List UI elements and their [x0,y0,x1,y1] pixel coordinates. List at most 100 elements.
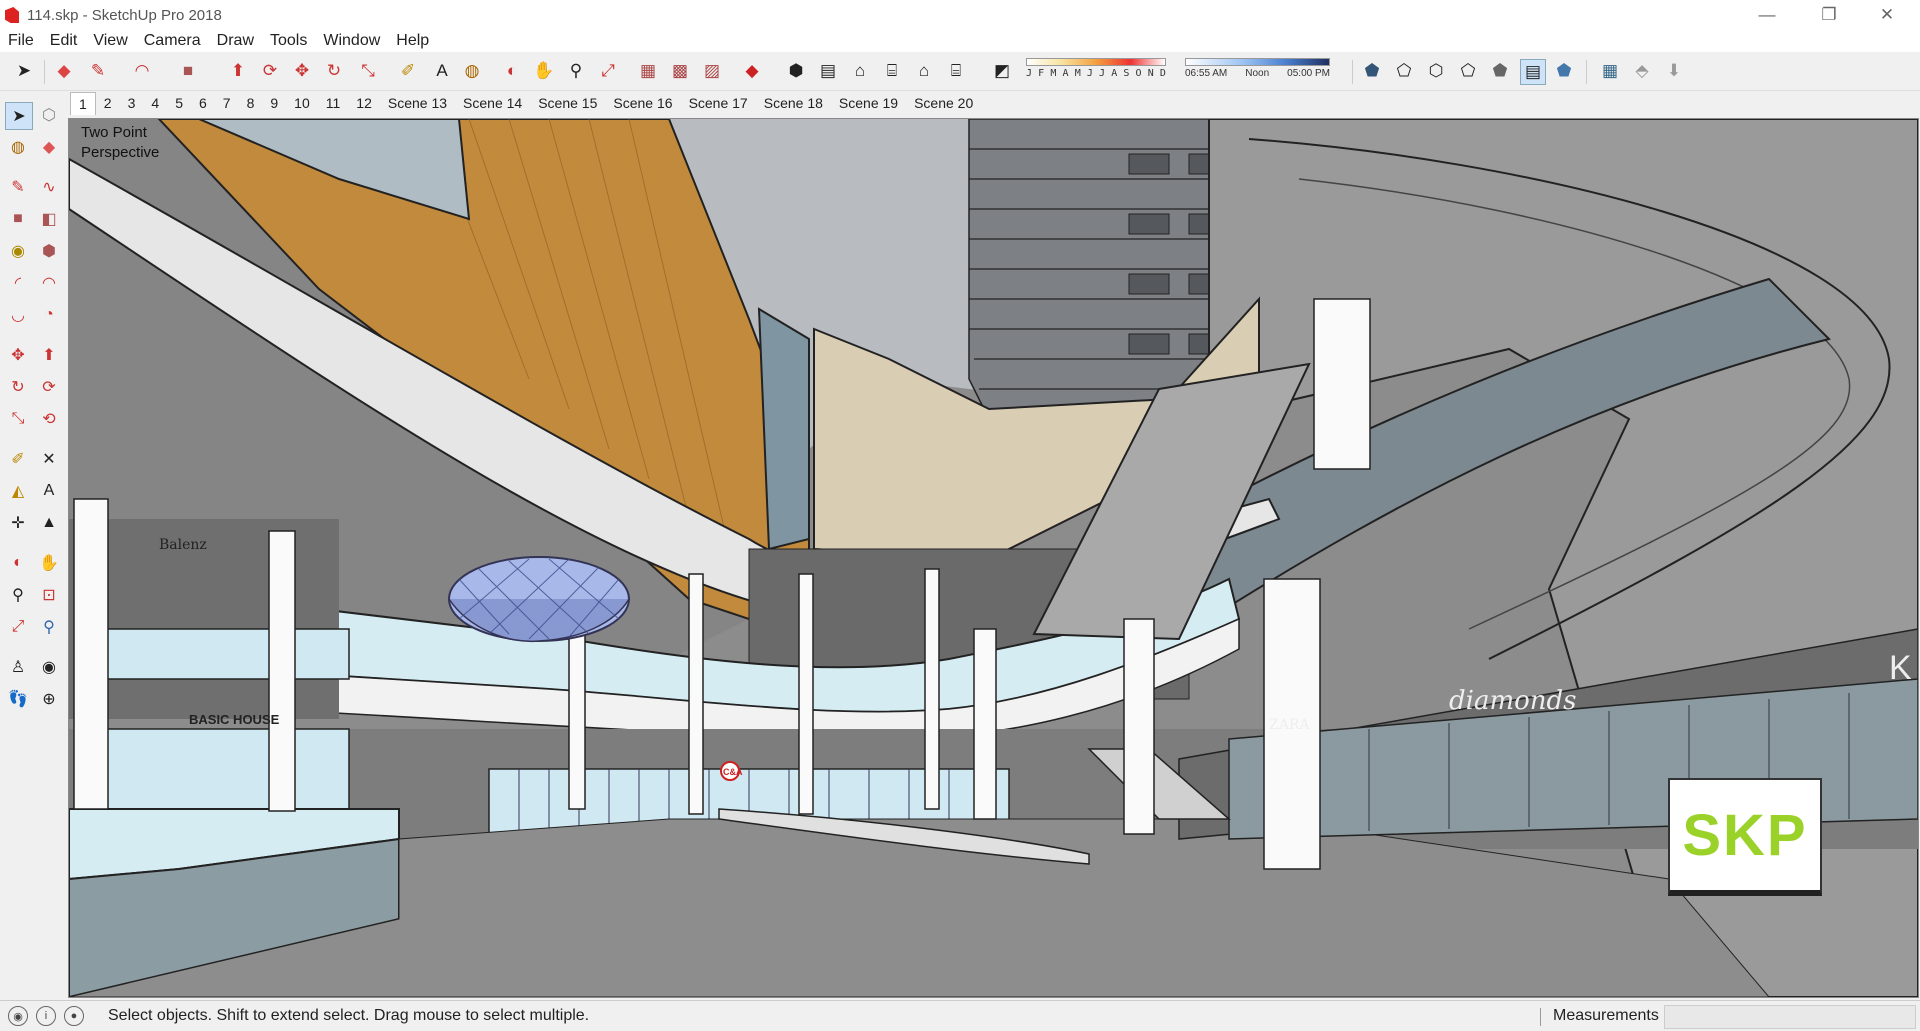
geolocation-status-icon[interactable]: ◉ [8,1006,28,1026]
user-account-icon[interactable]: ● [64,1006,84,1026]
warehouse-icon[interactable]: ▦ [636,59,660,83]
move-icon[interactable]: ✥ [5,342,31,368]
shaded-textures-style-icon[interactable]: ▤ [1520,59,1546,85]
scene-tab-4[interactable]: 4 [143,92,167,114]
share-model-icon[interactable]: ▨ [700,59,724,83]
previous-view-icon[interactable]: ⚲ [36,614,62,640]
paint-bucket-icon[interactable]: ◍ [460,59,484,83]
menu-camera[interactable]: Camera [136,32,209,50]
section-plane-icon[interactable]: ⊕ [36,686,62,712]
scene-tab-18[interactable]: Scene 18 [756,92,831,114]
rectangle-tool-icon[interactable]: ■ [176,59,200,83]
dimension-icon[interactable]: ✕ [36,446,62,472]
make-component-icon[interactable]: ⬡ [36,102,62,128]
scale-tool-icon[interactable]: ⤡ [356,59,380,83]
scene-tab-17[interactable]: Scene 17 [681,92,756,114]
xray-style-icon[interactable]: ⬟ [1360,59,1384,83]
push-pull-icon[interactable]: ⬆ [36,342,62,368]
rotate-tool-icon[interactable]: ↻ [322,59,346,83]
scene-tab-6[interactable]: 6 [191,92,215,114]
circle-icon[interactable]: ◉ [5,238,31,264]
paint-bucket-icon[interactable]: ◍ [5,134,31,160]
left-view-icon[interactable]: ⌸ [944,59,968,83]
orbit-icon[interactable]: ◐ [5,550,31,576]
shadow-time-slider[interactable]: 06:55 AM Noon 05:00 PM [1185,58,1330,79]
model-viewport[interactable]: Balenz BASIC HOUSE ZARA diamonds C&A K T… [68,118,1919,998]
position-camera-icon[interactable]: ♙ [5,654,31,680]
top-view-icon[interactable]: ▤ [816,59,840,83]
right-view-icon[interactable]: ⌸ [880,59,904,83]
iso-view-icon[interactable]: ⬢ [784,59,808,83]
scene-tab-13[interactable]: Scene 13 [380,92,455,114]
menu-file[interactable]: File [0,32,42,50]
follow-me-icon[interactable]: ⟳ [36,374,62,400]
scene-tab-10[interactable]: 10 [286,92,318,114]
rectangle-icon[interactable]: ■ [5,206,31,232]
two-point-arc-icon[interactable]: ◠ [36,270,62,296]
walk-icon[interactable]: 👣 [5,686,31,712]
rotate-icon[interactable]: ↻ [5,374,31,400]
rotated-rectangle-icon[interactable]: ◧ [36,206,62,232]
menu-help[interactable]: Help [388,32,437,50]
scene-tab-7[interactable]: 7 [215,92,239,114]
geo-location-icon[interactable]: ▦ [1598,59,1622,83]
scene-tab-11[interactable]: 11 [318,92,349,114]
terrain-icon[interactable]: ⬇ [1662,59,1686,83]
scene-tab-15[interactable]: Scene 15 [530,92,605,114]
scene-tab-16[interactable]: Scene 16 [605,92,680,114]
orbit-tool-icon[interactable]: ◐ [500,59,524,83]
menu-tools[interactable]: Tools [262,32,315,50]
text-icon[interactable]: A [36,478,62,504]
menu-edit[interactable]: Edit [42,32,86,50]
axes-icon[interactable]: ✛ [5,510,31,536]
protractor-icon[interactable]: ◭ [5,478,31,504]
menu-window[interactable]: Window [315,32,388,50]
shadows-toggle-icon[interactable]: ◩ [990,59,1014,83]
scale-icon[interactable]: ⤡ [5,406,31,432]
back-edges-style-icon[interactable]: ⬠ [1392,59,1416,83]
polygon-icon[interactable]: ⬢ [36,238,62,264]
pan-icon[interactable]: ✋ [36,550,62,576]
zoom-extents-icon[interactable]: ⤢ [5,614,31,640]
zoom-window-icon[interactable]: ⊡ [36,582,62,608]
eraser-icon[interactable]: ◆ [36,134,62,160]
three-point-arc-icon[interactable]: ◡ [5,302,31,328]
shadow-month-slider[interactable]: J F M A M J J A S O N D [1026,58,1166,79]
zoom-icon[interactable]: ⚲ [5,582,31,608]
select-icon[interactable]: ➤ [5,102,33,130]
back-view-icon[interactable]: ⌂ [912,59,936,83]
scene-tab-2[interactable]: 2 [96,92,120,114]
look-around-icon[interactable]: ◉ [36,654,62,680]
zoom-tool-icon[interactable]: ⚲ [564,59,588,83]
scene-tab-5[interactable]: 5 [167,92,191,114]
scene-tab-14[interactable]: Scene 14 [455,92,530,114]
shaded-style-icon[interactable]: ⬟ [1488,59,1512,83]
scene-tab-19[interactable]: Scene 19 [831,92,906,114]
zoom-extents-icon[interactable]: ⤢ [596,59,620,83]
photo-texture-icon[interactable]: ⬘ [1630,59,1654,83]
3d-text-icon[interactable]: ▲ [36,510,62,536]
arc-icon[interactable]: ◜ [5,270,31,296]
line-tool-icon[interactable]: ✎ [86,59,110,83]
menu-view[interactable]: View [85,32,135,50]
scene-tab-8[interactable]: 8 [239,92,263,114]
ruby-console-icon[interactable]: ◆ [740,59,764,83]
freehand-icon[interactable]: ∿ [36,174,62,200]
pie-icon[interactable]: ◔ [36,302,62,328]
eraser-tool-icon[interactable]: ◆ [52,59,76,83]
tape-measure-icon[interactable]: ✐ [396,59,420,83]
move-tool-icon[interactable]: ✥ [290,59,314,83]
offset-icon[interactable]: ⟲ [36,406,62,432]
arc-tool-icon[interactable]: ◠ [130,59,154,83]
credits-info-icon[interactable]: i [36,1006,56,1026]
minimize-button[interactable]: — [1744,0,1790,30]
hidden-line-style-icon[interactable]: ⬠ [1456,59,1480,83]
wireframe-style-icon[interactable]: ⬡ [1424,59,1448,83]
text-tool-icon[interactable]: A [430,59,454,83]
extension-warehouse-icon[interactable]: ▩ [668,59,692,83]
restore-button[interactable]: ❐ [1806,0,1852,30]
scene-tab-3[interactable]: 3 [120,92,144,114]
front-view-icon[interactable]: ⌂ [848,59,872,83]
tape-measure-icon[interactable]: ✐ [5,446,31,472]
follow-me-tool-icon[interactable]: ⟳ [258,59,282,83]
